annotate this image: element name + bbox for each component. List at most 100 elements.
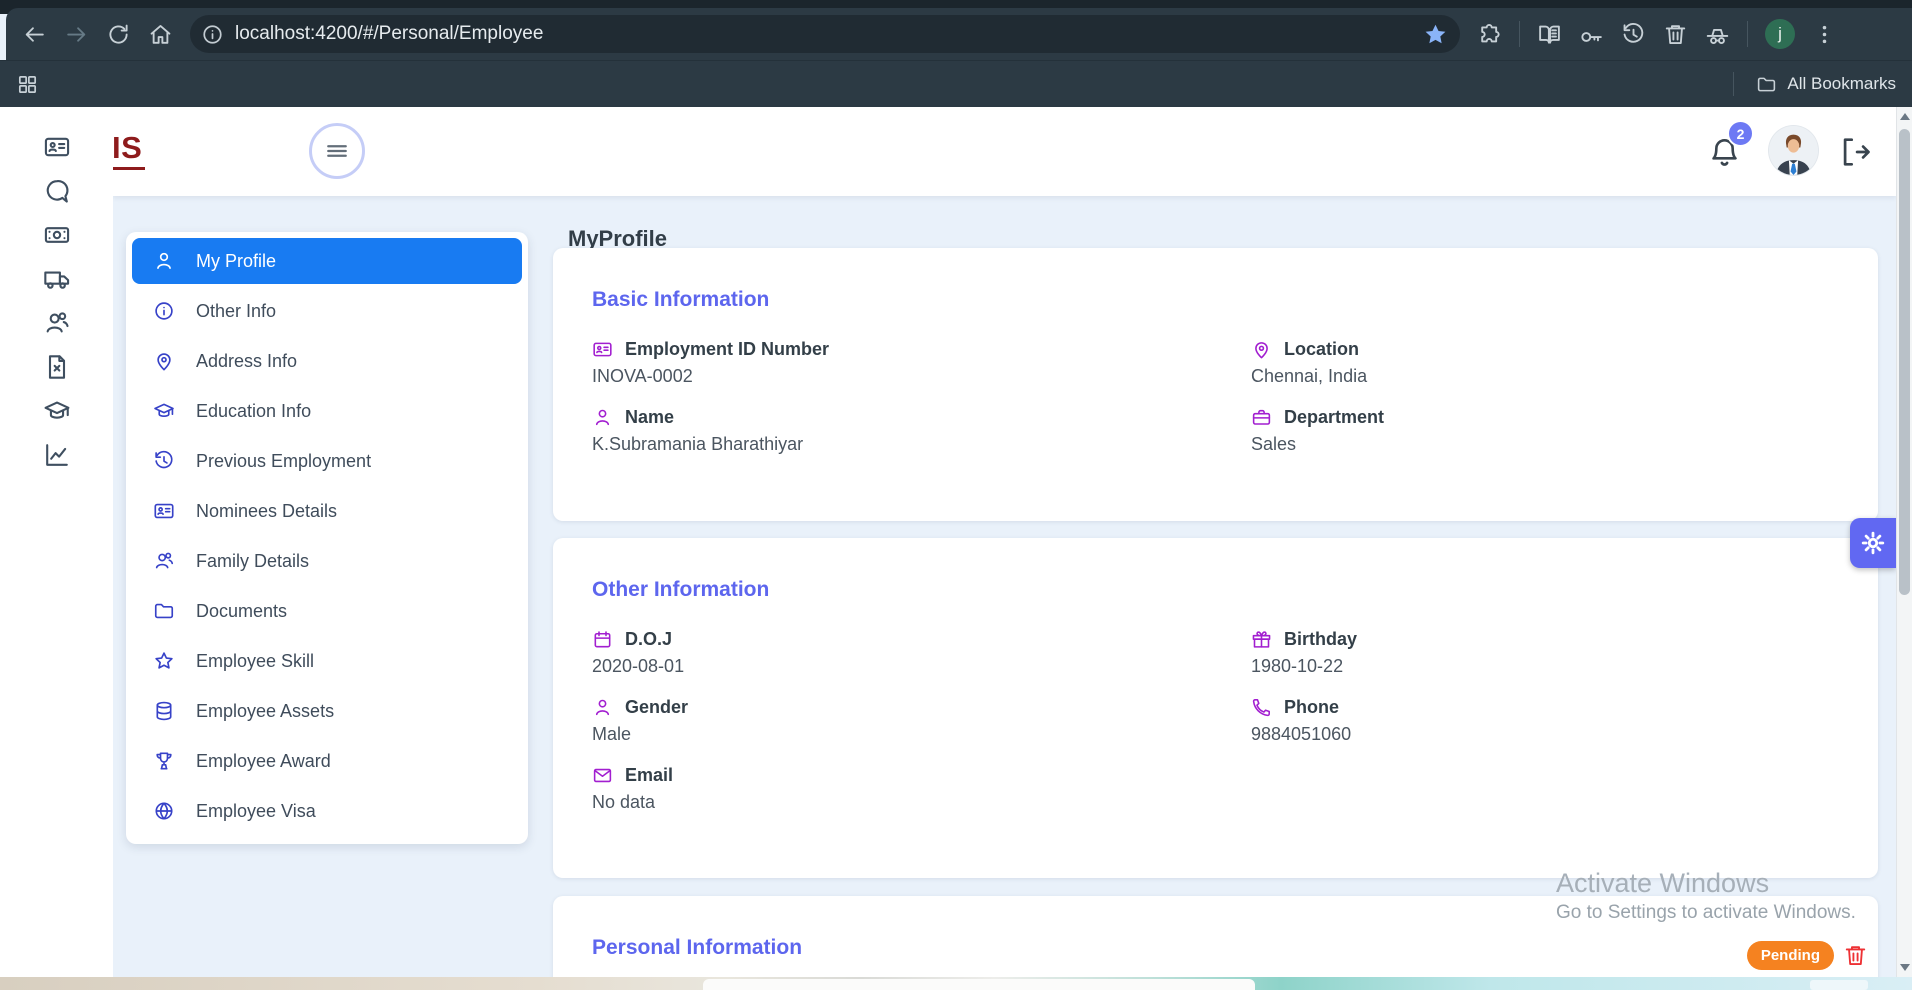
url-bar[interactable]: localhost:4200/#/Personal/Employee [190, 15, 1460, 53]
extensions-icon[interactable] [1477, 22, 1502, 47]
menu-item-previous-employment[interactable]: Previous Employment [132, 438, 522, 484]
menu-item-label: Employee Visa [196, 801, 316, 822]
person-icon [592, 697, 613, 718]
screen: localhost:4200/#/Personal/Employee j All… [0, 0, 1912, 990]
app-header: IS 2 [113, 107, 1896, 196]
taskbar-edge [0, 977, 1912, 990]
field-phone: Phone 9884051060 [1251, 697, 1839, 745]
user-avatar[interactable] [1769, 126, 1818, 175]
browser-menu-icon[interactable] [1812, 22, 1837, 47]
menu-item-label: Documents [196, 601, 287, 622]
database-icon [153, 700, 175, 722]
field-name: Name K.Subramania Bharathiyar [592, 407, 1251, 455]
history-icon [153, 450, 175, 472]
profile-menu: My Profile Other Info Address Info Educa… [126, 232, 528, 844]
chat-icon[interactable] [43, 177, 71, 205]
back-icon[interactable] [22, 22, 47, 47]
forward-icon[interactable] [64, 22, 89, 47]
calendar-icon [592, 629, 613, 650]
field-gender: Gender Male [592, 697, 1251, 745]
history-icon[interactable] [1621, 22, 1646, 47]
menu-item-label: Family Details [196, 551, 309, 572]
menu-item-other-info[interactable]: Other Info [132, 288, 522, 334]
field-doj: D.O.J 2020-08-01 [592, 629, 1251, 677]
banknote-icon[interactable] [43, 221, 71, 249]
gear-icon [1859, 529, 1887, 557]
file-x-icon[interactable] [43, 353, 71, 381]
chart-icon[interactable] [43, 441, 71, 469]
sidebar-toggle-button[interactable] [309, 123, 365, 179]
globe-icon [153, 800, 175, 822]
menu-item-my-profile[interactable]: My Profile [132, 238, 522, 284]
scrollbar-thumb[interactable] [1899, 129, 1910, 595]
menu-item-family-details[interactable]: Family Details [132, 538, 522, 584]
icon-rail [0, 107, 113, 977]
delete-icon[interactable] [1843, 943, 1868, 968]
logout-icon[interactable] [1837, 134, 1873, 170]
field-value: No data [592, 792, 1251, 813]
grad-cap-icon [153, 400, 175, 422]
users-icon[interactable] [43, 309, 71, 337]
page-scrollbar[interactable] [1896, 107, 1912, 977]
hamburger-icon [322, 136, 352, 166]
scroll-up-arrow[interactable] [1900, 113, 1910, 120]
truck-icon[interactable] [43, 265, 71, 293]
home-icon[interactable] [148, 22, 173, 47]
field-birthday: Birthday 1980-10-22 [1251, 629, 1839, 677]
field-value: 1980-10-22 [1251, 656, 1839, 677]
apps-grid-icon[interactable] [16, 73, 39, 96]
refresh-icon[interactable] [106, 22, 131, 47]
id-card-icon [592, 339, 613, 360]
personal-information-heading: Personal Information [592, 936, 1839, 960]
gift-icon [1251, 629, 1272, 650]
map-pin-icon [1251, 339, 1272, 360]
mail-icon [592, 765, 613, 786]
menu-item-employee-skill[interactable]: Employee Skill [132, 638, 522, 684]
menu-item-label: Previous Employment [196, 451, 371, 472]
bookmark-star-icon[interactable] [1423, 22, 1448, 47]
menu-item-label: Nominees Details [196, 501, 337, 522]
all-bookmarks-label: All Bookmarks [1787, 74, 1896, 94]
taskbar-search-edge [703, 979, 1255, 990]
person-icon [153, 250, 175, 272]
menu-item-employee-award[interactable]: Employee Award [132, 738, 522, 784]
menu-item-label: Other Info [196, 301, 276, 322]
grad-cap-icon[interactable] [43, 397, 71, 425]
reading-list-icon[interactable] [1537, 22, 1562, 47]
field-value: Sales [1251, 434, 1839, 455]
menu-item-employee-visa[interactable]: Employee Visa [132, 788, 522, 834]
all-bookmarks-button[interactable]: All Bookmarks [1733, 72, 1896, 96]
id-card-icon[interactable] [43, 133, 71, 161]
menu-item-label: Education Info [196, 401, 311, 422]
basic-information-fields: Employment ID Number INOVA-0002 Location… [592, 339, 1839, 455]
field-value: K.Subramania Bharathiyar [592, 434, 1251, 455]
bookmarks-bar: All Bookmarks [0, 60, 1912, 107]
phone-icon [1251, 697, 1272, 718]
menu-item-nominees-details[interactable]: Nominees Details [132, 488, 522, 534]
id-card-icon [153, 500, 175, 522]
field-location: Location Chennai, India [1251, 339, 1839, 387]
incognito-icon[interactable] [1705, 22, 1730, 47]
field-value: 9884051060 [1251, 724, 1839, 745]
menu-item-address-info[interactable]: Address Info [132, 338, 522, 384]
url-text[interactable]: localhost:4200/#/Personal/Employee [235, 23, 1412, 45]
toolbar-divider [1519, 21, 1520, 47]
field-email: Email No data [592, 765, 1251, 813]
scroll-down-arrow[interactable] [1900, 964, 1910, 971]
main-content: MyProfile My Profile Other Info Address … [113, 196, 1896, 977]
menu-item-employee-assets[interactable]: Employee Assets [132, 688, 522, 734]
menu-item-education-info[interactable]: Education Info [132, 388, 522, 434]
site-info-icon[interactable] [201, 23, 224, 46]
menu-item-label: Employee Award [196, 751, 331, 772]
field-department: Department Sales [1251, 407, 1839, 455]
browser-profile-avatar[interactable]: j [1765, 19, 1795, 49]
menu-item-label: My Profile [196, 251, 276, 272]
activate-windows-subtext: Go to Settings to activate Windows. [1556, 902, 1856, 924]
trophy-icon [153, 750, 175, 772]
menu-item-label: Address Info [196, 351, 297, 372]
menu-item-documents[interactable]: Documents [132, 588, 522, 634]
clear-data-icon[interactable] [1663, 22, 1688, 47]
settings-fab[interactable] [1850, 518, 1896, 568]
field-value: Chennai, India [1251, 366, 1839, 387]
passwords-icon[interactable] [1579, 22, 1604, 47]
